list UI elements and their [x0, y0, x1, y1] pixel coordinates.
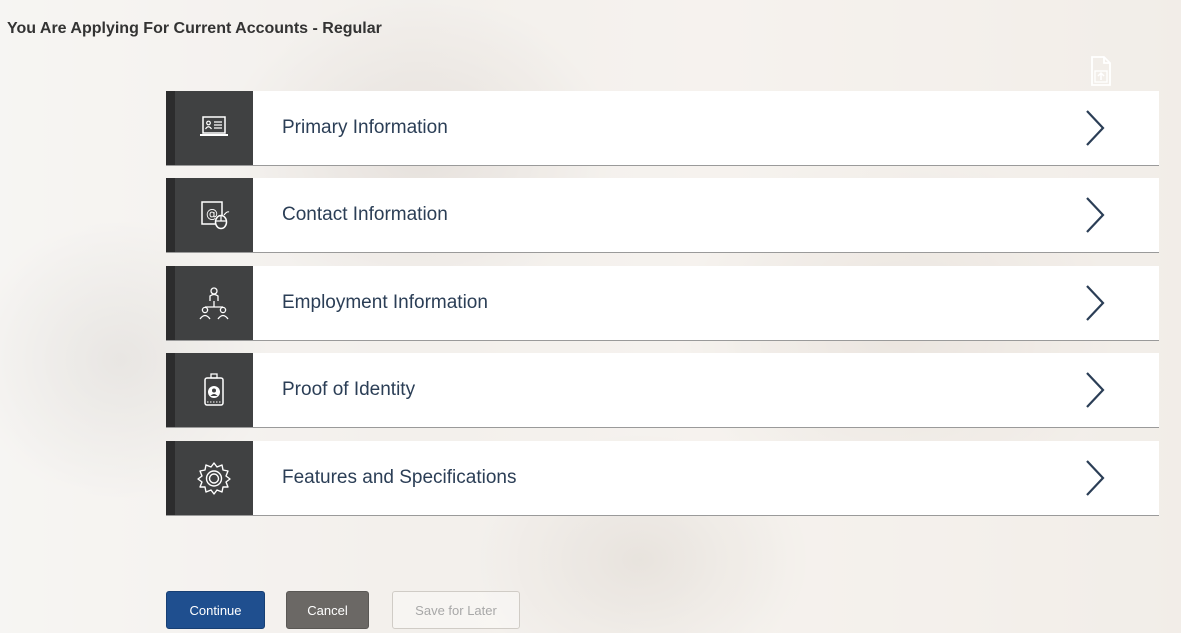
chevron-right-icon: [1075, 370, 1115, 410]
section-features-and-specifications[interactable]: Features and Specifications: [166, 441, 1159, 516]
organization-people-icon: [166, 266, 253, 340]
section-label: Primary Information: [282, 117, 448, 138]
continue-button[interactable]: Continue: [166, 591, 265, 629]
chevron-right-icon: [1075, 195, 1115, 235]
section-contact-information[interactable]: @ Contact Information: [166, 178, 1159, 253]
chevron-right-icon: [1075, 108, 1115, 148]
section-label: Employment Information: [282, 292, 488, 313]
section-proof-of-identity[interactable]: Proof of Identity: [166, 353, 1159, 428]
id-badge-icon: [166, 353, 253, 427]
gear-icon: [166, 441, 253, 515]
cancel-button[interactable]: Cancel: [286, 591, 369, 629]
chevron-right-icon: [1075, 283, 1115, 323]
save-for-later-button[interactable]: Save for Later: [392, 591, 520, 629]
section-employment-information[interactable]: Employment Information: [166, 266, 1159, 341]
document-upload-icon[interactable]: [1089, 55, 1113, 87]
section-label: Features and Specifications: [282, 467, 517, 488]
section-label: Contact Information: [282, 204, 448, 225]
chevron-right-icon: [1075, 458, 1115, 498]
page-title: You Are Applying For Current Accounts - …: [7, 20, 382, 37]
email-contact-icon: @: [166, 178, 253, 252]
section-primary-information[interactable]: Primary Information: [166, 91, 1159, 166]
id-card-monitor-icon: [166, 91, 253, 165]
section-label: Proof of Identity: [282, 379, 416, 400]
